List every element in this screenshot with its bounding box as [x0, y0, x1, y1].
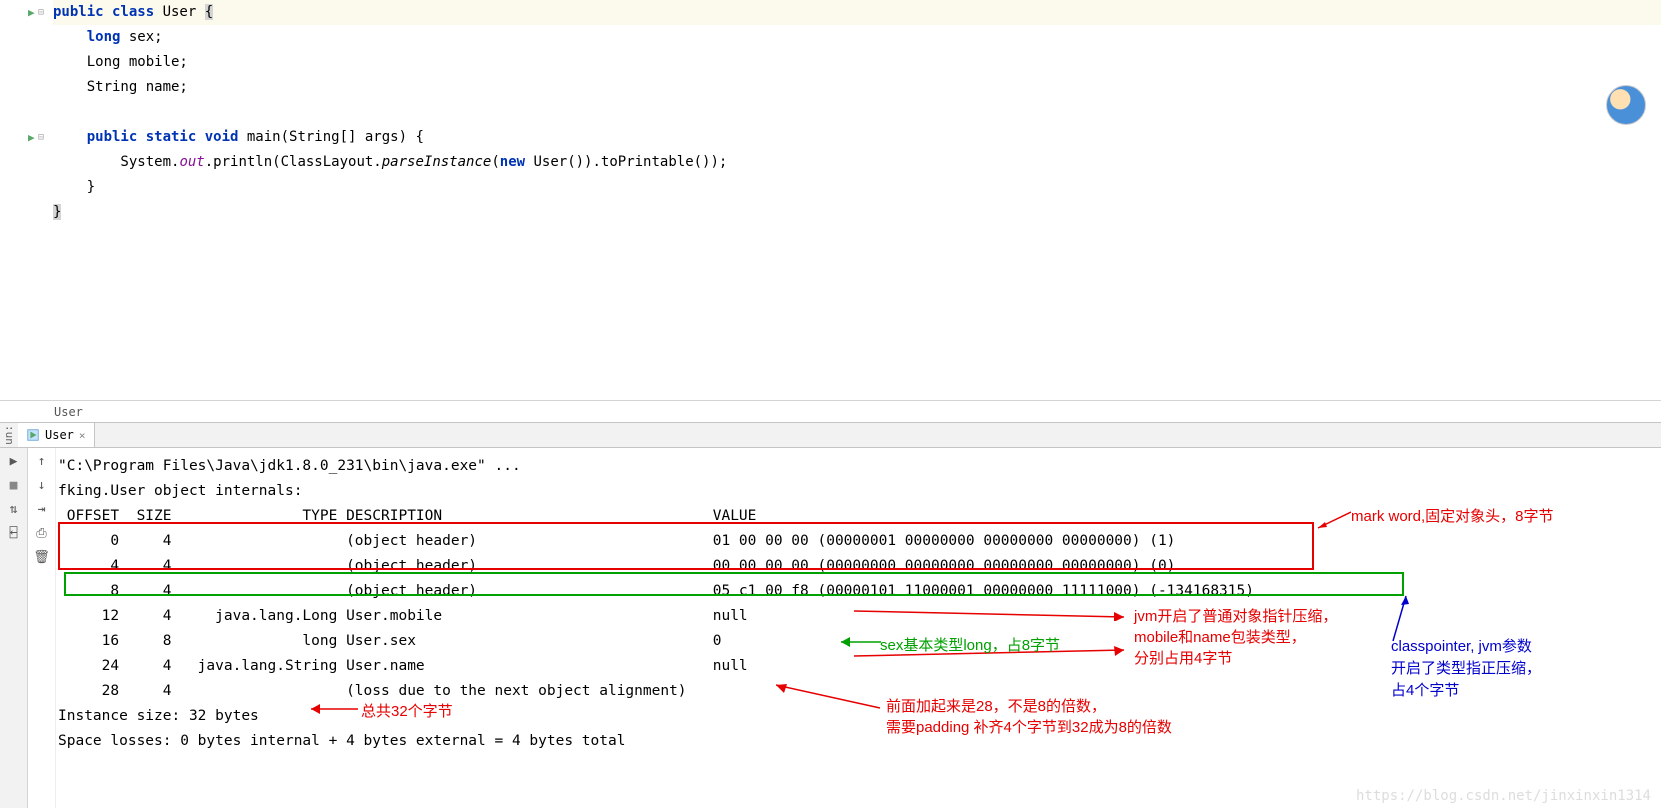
- run-tab-bar: un: User ×: [0, 422, 1661, 448]
- static-field: out: [179, 154, 204, 170]
- run-config-icon: [26, 428, 40, 442]
- annotation-markword: mark word,固定对象头，8字节: [1351, 504, 1554, 529]
- arrow-icon: [776, 682, 886, 712]
- annotation-oop: jvm开启了普通对象指针压缩， mobile和name包装类型， 分别占用4字节: [1134, 606, 1337, 669]
- annotation-classpointer: classpointer, jvm参数 开启了类型指正压缩， 占4个字节: [1391, 636, 1541, 702]
- arrow-icon: [306, 703, 358, 717]
- code-line: Long mobile;: [53, 50, 1661, 75]
- code-line: [53, 100, 1661, 125]
- watermark: https://blog.csdn.net/jinxinxin1314: [1356, 788, 1651, 804]
- tab-user[interactable]: User ×: [18, 423, 95, 447]
- delete-icon[interactable]: 🗑: [33, 548, 51, 566]
- close-icon[interactable]: ×: [79, 429, 86, 442]
- rerun-icon[interactable]: ▶: [5, 452, 23, 470]
- breadcrumb[interactable]: User: [0, 400, 1661, 422]
- keyword: public static void: [87, 129, 247, 145]
- tab-label: User: [45, 428, 74, 442]
- code-area[interactable]: public class User { long sex; Long mobil…: [45, 0, 1661, 400]
- keyword: public class: [53, 4, 163, 20]
- console-output[interactable]: "C:\Program Files\Java\jdk1.8.0_231\bin\…: [56, 448, 1661, 808]
- console-title: fking.User object internals:: [58, 479, 1659, 504]
- arrow-icon: [854, 607, 1132, 621]
- console-cmd: "C:\Program Files\Java\jdk1.8.0_231\bin\…: [58, 454, 1659, 479]
- classpointer-box: [64, 572, 1404, 596]
- code-line: }: [53, 175, 1661, 200]
- run-icon[interactable]: ▶: [28, 125, 35, 150]
- up-icon[interactable]: ↑: [33, 452, 51, 470]
- console-toolbar: ↑ ↓ ⇥ ⎙ 🗑: [28, 448, 56, 808]
- run-icon[interactable]: ▶: [28, 0, 35, 25]
- arrow-icon: [1391, 593, 1441, 643]
- keyword: long: [87, 29, 129, 45]
- space-losses: Space losses: 0 bytes internal + 4 bytes…: [58, 729, 1659, 754]
- fold-icon[interactable]: ⊟: [38, 0, 44, 25]
- arrow-icon: [836, 634, 881, 650]
- avatar: [1606, 85, 1646, 125]
- run-panel-label: un:: [0, 423, 18, 447]
- exit-icon[interactable]: ⍇: [5, 524, 23, 542]
- class-name: User: [163, 4, 205, 20]
- wrap-icon[interactable]: ⇥: [33, 500, 51, 518]
- annotation-total: 总共32个字节: [361, 699, 453, 724]
- down-icon[interactable]: ↓: [33, 476, 51, 494]
- brace: {: [205, 4, 213, 20]
- console-panel: ▶ ■ ⇅ ⍇ ↑ ↓ ⇥ ⎙ 🗑 "C:\Program Files\Java…: [0, 448, 1661, 808]
- print-icon[interactable]: ⎙: [33, 524, 51, 542]
- code-editor[interactable]: ▶⊟ ▶⊟ public class User { long sex; Long…: [0, 0, 1661, 400]
- stop-icon[interactable]: ■: [5, 476, 23, 494]
- gutter: ▶⊟ ▶⊟: [0, 0, 45, 400]
- annotation-longsex: sex基本类型long，占8字节: [880, 633, 1060, 658]
- keyword: new: [500, 154, 534, 170]
- run-toolbar: ▶ ■ ⇅ ⍇: [0, 448, 28, 808]
- annotation-padding: 前面加起来是28，不是8的倍数， 需要padding 补齐4个字节到32成为8的…: [886, 696, 1172, 738]
- code-line: String name;: [53, 75, 1661, 100]
- fold-icon[interactable]: ⊟: [38, 125, 44, 150]
- arrow-icon: [1316, 510, 1351, 530]
- markword-box: [58, 522, 1314, 570]
- brace: }: [53, 204, 61, 220]
- layout-icon[interactable]: ⇅: [5, 500, 23, 518]
